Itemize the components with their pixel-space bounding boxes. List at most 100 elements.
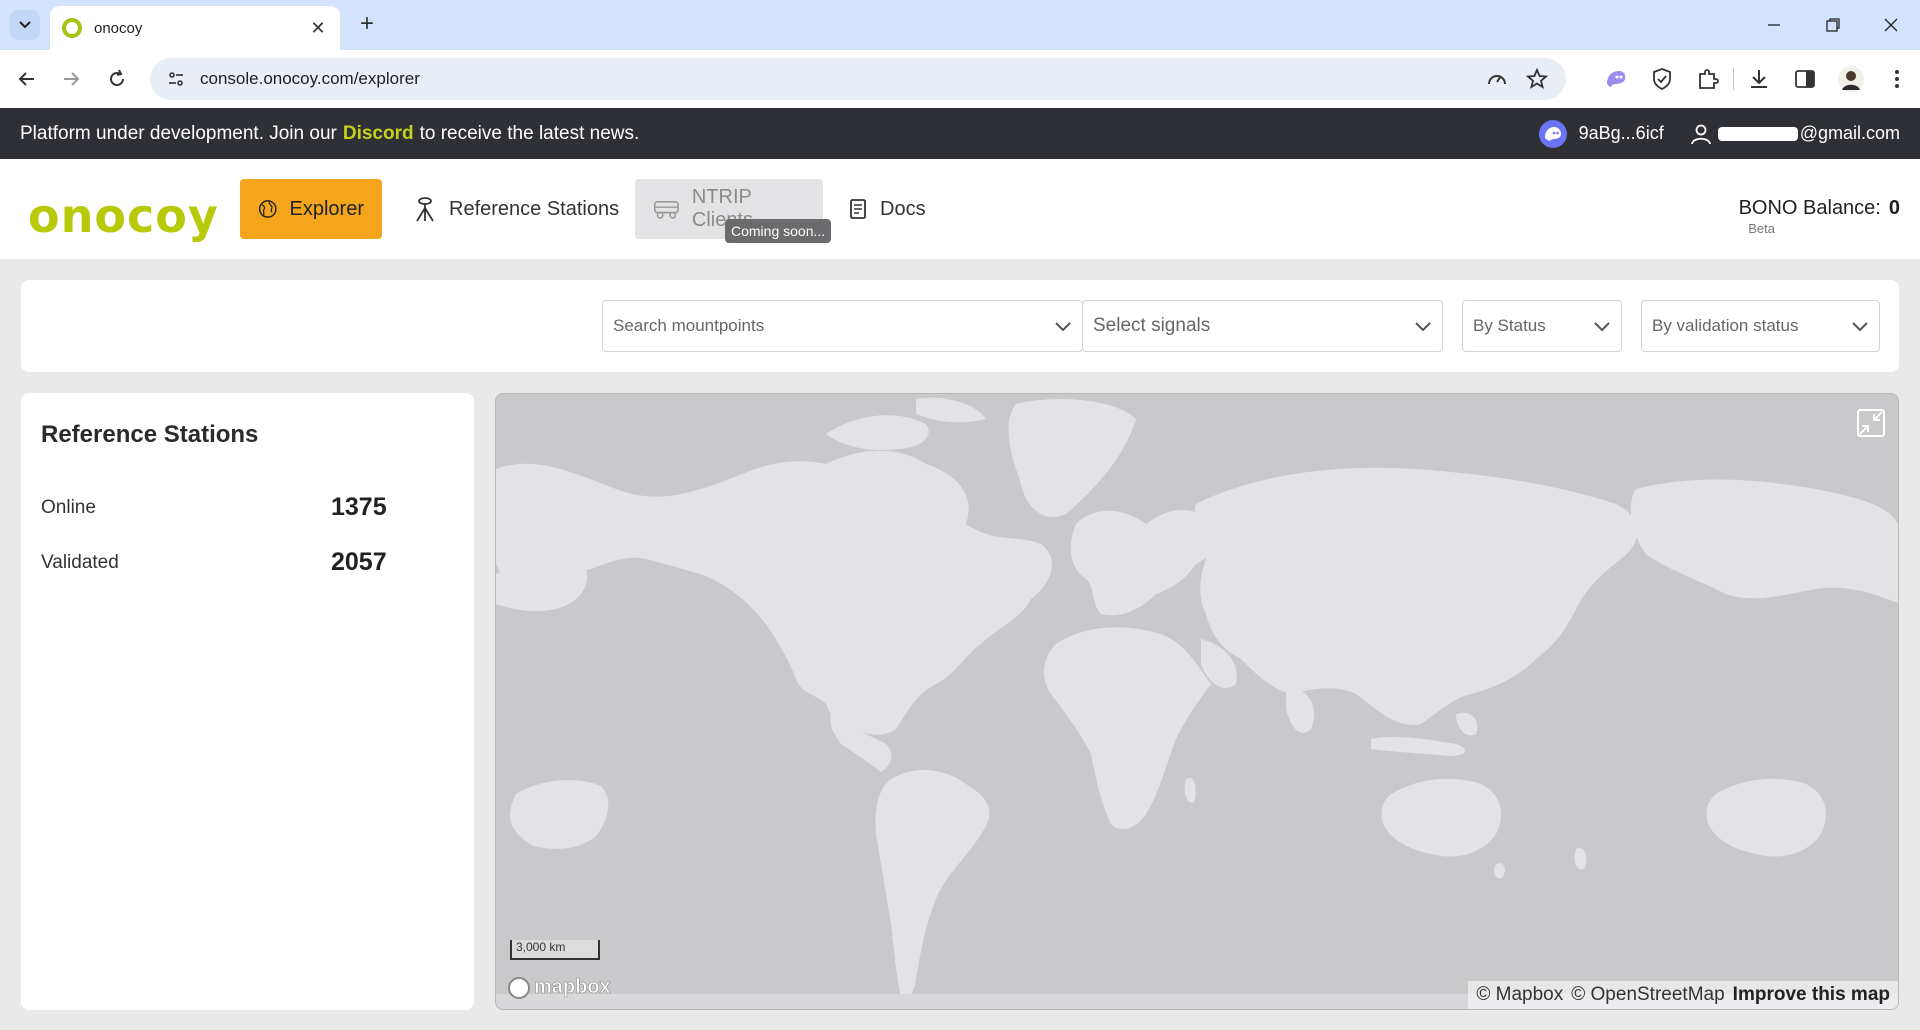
extension-ghost-icon[interactable] <box>1593 64 1639 94</box>
app-header: onocoy Explorer Reference Stations NTRIP… <box>0 159 1920 259</box>
search-mountpoints-placeholder: Search mountpoints <box>613 316 765 335</box>
online-label: Online <box>41 496 96 518</box>
banner-text: Platform under development. Join our <box>20 122 337 144</box>
mapbox-logo-text: mapbox <box>534 976 611 999</box>
user-icon <box>1690 124 1711 144</box>
arctic-islands-shape <box>826 415 929 451</box>
development-banner: Platform under development. Join our Dis… <box>0 108 1920 159</box>
close-tab-icon[interactable]: ✕ <box>308 18 328 39</box>
map-attribution: © Mapbox © OpenStreetMap Improve this ma… <box>1468 981 1898 1009</box>
tripod-antenna-icon <box>416 197 434 222</box>
new-tab-button[interactable]: + <box>352 10 382 40</box>
discord-link[interactable]: Discord <box>343 123 414 145</box>
profile-avatar[interactable] <box>1828 64 1874 94</box>
mapbox-logo[interactable]: mapbox <box>508 976 611 999</box>
minimize-icon <box>1768 24 1780 26</box>
performance-icon[interactable] <box>1486 68 1508 90</box>
onocoy-favicon-icon <box>62 18 82 38</box>
chevron-down-icon <box>1594 322 1610 332</box>
back-button[interactable] <box>12 64 42 94</box>
balance-label: BONO Balance: <box>1738 197 1881 219</box>
select-signals-placeholder: Select signals <box>1093 315 1211 336</box>
chevron-down-icon <box>1415 322 1431 332</box>
search-mountpoints-select[interactable]: Search mountpoints <box>602 300 1083 352</box>
fullscreen-toggle[interactable] <box>1854 406 1888 440</box>
browser-toolbar: console.onocoy.com/explorer <box>0 50 1920 108</box>
reload-button[interactable] <box>102 64 132 94</box>
status-placeholder: By Status <box>1473 316 1546 335</box>
validation-status-select[interactable]: By validation status <box>1641 300 1880 352</box>
world-map[interactable]: 3,000 km mapbox © Mapbox © OpenStreetMap… <box>495 393 1899 1010</box>
map-scale: 3,000 km <box>510 940 600 960</box>
validated-value: 2057 <box>331 548 387 576</box>
restore-button[interactable] <box>1810 8 1856 42</box>
wallet-button[interactable]: 9aBg...6icf <box>1538 119 1664 148</box>
url-text: console.onocoy.com/explorer <box>200 69 420 88</box>
australia-shape <box>1381 778 1501 857</box>
download-icon[interactable] <box>1736 64 1782 94</box>
nav-reference-stations[interactable]: Reference Stations <box>395 179 637 239</box>
tab-title: onocoy <box>94 19 143 37</box>
beta-label: Beta <box>1748 221 1775 236</box>
globe-icon <box>258 200 277 218</box>
user-account[interactable]: @gmail.com <box>1690 123 1900 145</box>
greenland-shape <box>1008 399 1136 518</box>
status-select[interactable]: By Status <box>1462 300 1622 352</box>
extension-shield-icon[interactable] <box>1639 64 1685 94</box>
select-signals-select[interactable]: Select signals <box>1082 300 1443 352</box>
reference-stations-card: Reference Stations Online 1375 Validated… <box>21 393 474 1010</box>
toolbar-divider <box>1733 68 1734 90</box>
nav-explorer-label: Explorer <box>289 197 364 220</box>
side-panel-icon[interactable] <box>1782 64 1828 94</box>
east-asia-right-shape <box>1630 479 1898 604</box>
collapse-icon <box>1857 409 1885 437</box>
banner-text-after: to receive the latest news. <box>419 122 640 144</box>
improve-map-link[interactable]: Improve this map <box>1733 984 1890 1006</box>
minimize-button[interactable] <box>1751 8 1797 42</box>
browser-tab-strip: onocoy ✕ + <box>0 0 1920 50</box>
site-info-icon[interactable] <box>164 67 188 91</box>
chevron-down-icon <box>19 21 31 29</box>
validated-stat: Validated 2057 <box>41 548 401 577</box>
nav-docs[interactable]: Docs <box>830 179 944 239</box>
card-title: Reference Stations <box>41 421 259 448</box>
extensions-area <box>1593 64 1920 94</box>
redacted-email <box>1717 126 1798 141</box>
restore-icon <box>1826 18 1840 32</box>
forward-button[interactable] <box>56 64 86 94</box>
bookmark-star-icon[interactable] <box>1526 68 1548 90</box>
indonesia-shape <box>1371 736 1466 756</box>
africa-shape <box>1044 627 1211 830</box>
reload-icon <box>110 69 124 86</box>
chevron-down-icon <box>1852 322 1868 332</box>
close-window-button[interactable] <box>1868 8 1914 42</box>
wallet-ghost-icon <box>1538 119 1567 148</box>
attribution-mapbox[interactable]: © Mapbox <box>1476 984 1563 1006</box>
attribution-osm[interactable]: © OpenStreetMap <box>1571 984 1724 1006</box>
extensions-puzzle-icon[interactable] <box>1685 64 1731 94</box>
arrow-left-icon <box>18 72 34 86</box>
bono-balance: BONO Balance: 0 <box>1739 197 1900 220</box>
validated-label: Validated <box>41 551 119 573</box>
mapbox-logo-icon <box>508 976 530 999</box>
south-america-shape <box>875 769 990 1001</box>
browser-menu-icon[interactable] <box>1874 64 1920 94</box>
wallet-address: 9aBg...6icf <box>1578 123 1664 143</box>
map-land-layer <box>496 397 1898 1009</box>
arrow-right-icon <box>64 72 80 86</box>
filter-bar: Search mountpoints Select signals By Sta… <box>21 280 1899 372</box>
nav-docs-label: Docs <box>880 197 926 220</box>
tab-search-button[interactable] <box>10 10 40 40</box>
close-icon <box>1884 18 1898 32</box>
asia-shape <box>1194 467 1638 725</box>
address-bar[interactable]: console.onocoy.com/explorer <box>150 58 1566 100</box>
validation-status-placeholder: By validation status <box>1652 316 1799 335</box>
coming-soon-tooltip: Coming soon... <box>725 219 832 243</box>
nav-reference-stations-label: Reference Stations <box>449 197 620 220</box>
browser-tab[interactable]: onocoy ✕ <box>50 6 340 50</box>
nav-explorer[interactable]: Explorer <box>240 179 382 239</box>
onocoy-logo[interactable]: onocoy <box>28 189 219 243</box>
user-email: @gmail.com <box>1799 123 1900 143</box>
online-value: 1375 <box>331 493 387 521</box>
online-stat: Online 1375 <box>41 493 401 522</box>
